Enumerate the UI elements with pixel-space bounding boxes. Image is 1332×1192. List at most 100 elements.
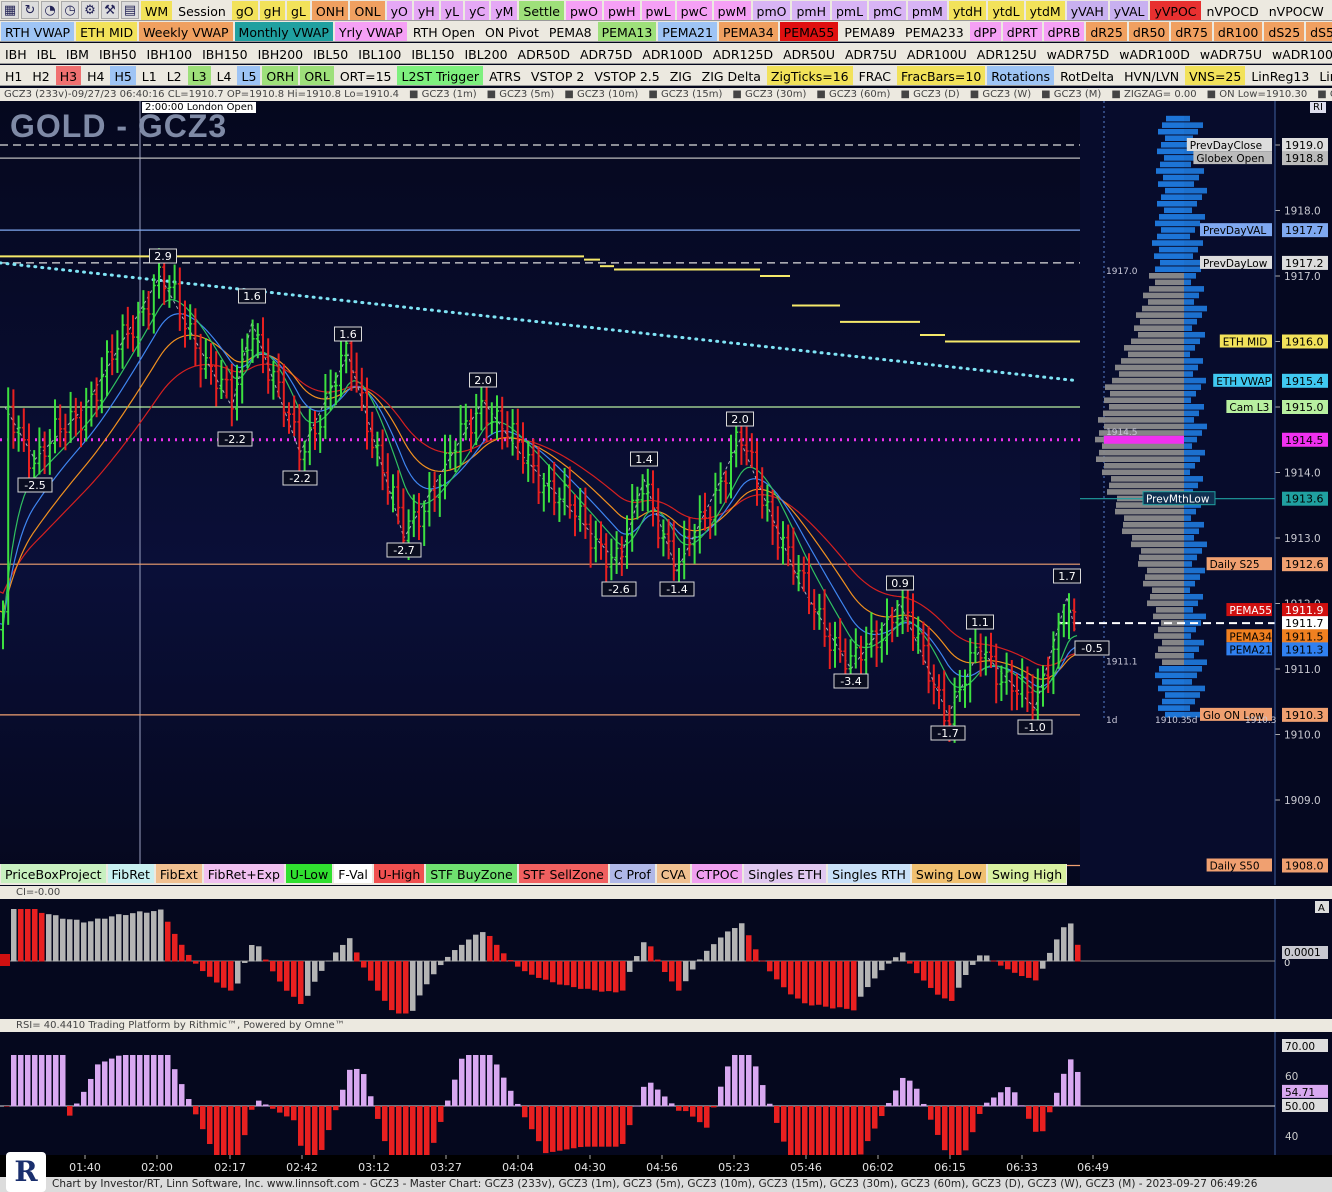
pie-icon[interactable]: ◔ bbox=[41, 1, 59, 19]
tb1-nvpocd-button[interactable]: nVPOCD bbox=[1202, 0, 1263, 20]
chart-info-item[interactable]: ■ ON Low=1910.30 bbox=[1207, 89, 1308, 100]
tb2-yrly-vwap-button[interactable]: Yrly VWAP bbox=[334, 21, 407, 41]
tb1-nvpocw-button[interactable]: nVPOCW bbox=[1264, 0, 1328, 20]
study-c-prof-button[interactable]: C Prof bbox=[609, 864, 655, 883]
tb4-vstop-2-button[interactable]: VSTOP 2 bbox=[526, 65, 589, 85]
refresh-icon[interactable]: ↻ bbox=[21, 1, 39, 19]
tb1-onl-button[interactable]: ONL bbox=[350, 0, 385, 20]
tb3-ibl-button[interactable]: IBL bbox=[32, 43, 60, 63]
tb1-gl-button[interactable]: gL bbox=[286, 0, 310, 20]
tb1-session-button[interactable]: Session bbox=[174, 0, 230, 20]
ci-pane-header[interactable]: CI=-0.00 bbox=[0, 886, 1332, 899]
ci-pane[interactable]: A0.00010 bbox=[0, 899, 1332, 1019]
tb1-yh-button[interactable]: yH bbox=[413, 0, 439, 20]
tb2-dr50-button[interactable]: dR50 bbox=[1128, 21, 1170, 41]
rsi-pane-header[interactable]: RSI= 40.4410 Trading Platform by Rithmic… bbox=[0, 1019, 1332, 1032]
study-stf-sellzone-button[interactable]: STF SellZone bbox=[518, 864, 608, 883]
tb1-pmm-button[interactable]: pmM bbox=[907, 0, 947, 20]
tb3-wadr100d-button[interactable]: wADR100D bbox=[1115, 43, 1194, 63]
tb1-pmc-button[interactable]: pmC bbox=[869, 0, 906, 20]
tb3-adr125d-button[interactable]: ADR125D bbox=[708, 43, 778, 63]
tb2-pema89-button[interactable]: PEMA89 bbox=[840, 21, 900, 41]
tb1-yl-button[interactable]: yL bbox=[440, 0, 464, 20]
tb4-hvn-lvn-button[interactable]: HVN/LVN bbox=[1120, 65, 1184, 85]
tb4-l5-button[interactable]: L5 bbox=[237, 65, 261, 85]
tb4-h5-button[interactable]: H5 bbox=[110, 65, 136, 85]
study-f-val-button[interactable]: F-Val bbox=[334, 864, 372, 883]
study-ctpoc-button[interactable]: CTPOC bbox=[691, 864, 743, 883]
tb3-ibh50-button[interactable]: IBH50 bbox=[94, 43, 141, 63]
tb3-ibh-button[interactable]: IBH bbox=[1, 43, 31, 63]
study-singles-rth-button[interactable]: Singles RTH bbox=[828, 864, 910, 883]
tb4-rotations-button[interactable]: Rotations bbox=[987, 65, 1055, 85]
study-cva-button[interactable]: CVA bbox=[656, 864, 690, 883]
tb2-dr100-button[interactable]: dR100 bbox=[1213, 21, 1263, 41]
study-stf-buyzone-button[interactable]: STF BuyZone bbox=[426, 864, 517, 883]
tb1-yval-button[interactable]: yVAL bbox=[1109, 0, 1149, 20]
tb3-ibl100-button[interactable]: IBL100 bbox=[354, 43, 406, 63]
tb4-l2st-trigger-button[interactable]: L2ST Trigger bbox=[397, 65, 484, 85]
tb4-l1-button[interactable]: L1 bbox=[137, 65, 161, 85]
tb1-pml-button[interactable]: pmL bbox=[831, 0, 868, 20]
tb1-pwc-button[interactable]: pwC bbox=[676, 0, 712, 20]
tb4-orh-button[interactable]: ORH bbox=[262, 65, 299, 85]
tb3-ibh150-button[interactable]: IBH150 bbox=[198, 43, 252, 63]
ri-button[interactable]: RI bbox=[1310, 102, 1326, 113]
tb2-dr75-button[interactable]: dR75 bbox=[1171, 21, 1212, 41]
study-fibext-button[interactable]: FibExt bbox=[155, 864, 202, 883]
tb3-ibh100-button[interactable]: IBH100 bbox=[142, 43, 197, 63]
tb3-ibl150-button[interactable]: IBL150 bbox=[407, 43, 459, 63]
tb2-rth-open-button[interactable]: RTH Open bbox=[408, 21, 479, 41]
tb4-l2-button[interactable]: L2 bbox=[162, 65, 186, 85]
tb2-eth-mid-button[interactable]: ETH MID bbox=[76, 21, 138, 41]
tb4-vstop-2-5-button[interactable]: VSTOP 2.5 bbox=[590, 65, 664, 85]
tb2-rth-vwap-button[interactable]: RTH VWAP bbox=[1, 21, 75, 41]
chart-info-item[interactable]: ■ GCZ3 (5m) bbox=[487, 89, 555, 100]
study-singles-eth-button[interactable]: Singles ETH bbox=[744, 864, 827, 883]
tb4-zigticks-16-button[interactable]: ZigTicks=16 bbox=[766, 65, 853, 85]
tb2-weekly-vwap-button[interactable]: Weekly VWAP bbox=[139, 21, 233, 41]
study-fibret-button[interactable]: FibRet bbox=[107, 864, 154, 883]
chart-info-item[interactable]: GCZ3 (233v)-09/27/23 06:40:16 CL=1910.7 … bbox=[4, 89, 399, 100]
study-fibret-exp-button[interactable]: FibRet+Exp bbox=[203, 864, 284, 883]
tb2-dprt-button[interactable]: dPRT bbox=[1002, 21, 1042, 41]
tb3-wadr75d-button[interactable]: wADR75D bbox=[1042, 43, 1114, 63]
study-u-low-button[interactable]: U-Low bbox=[285, 864, 333, 883]
tb3-adr100d-button[interactable]: ADR100D bbox=[638, 43, 707, 63]
tb3-adr75u-button[interactable]: ADR75U bbox=[841, 43, 901, 63]
tb1-settle-button[interactable]: Settle bbox=[519, 0, 564, 20]
tb3-wadr75u-button[interactable]: wADR75U bbox=[1195, 43, 1267, 63]
chart-info-item[interactable]: ■ GCZ3 (15m) bbox=[648, 89, 722, 100]
tb1-yc-button[interactable]: yC bbox=[465, 0, 490, 20]
tb1-pmo-button[interactable]: pmO bbox=[752, 0, 791, 20]
tb2-pema233-button[interactable]: PEMA233 bbox=[901, 21, 968, 41]
tb2-pema13-button[interactable]: PEMA13 bbox=[597, 21, 657, 41]
chart-info-item[interactable]: ■ GCZ3 (M) bbox=[1041, 89, 1101, 100]
clock-icon[interactable]: ◷ bbox=[61, 1, 79, 19]
tb2-monthly-vwap-button[interactable]: Monthly VWAP bbox=[234, 21, 333, 41]
tb1-ytdh-button[interactable]: ytdH bbox=[948, 0, 987, 20]
gear-icon[interactable]: ⚙ bbox=[81, 1, 99, 19]
tb2-ds25-button[interactable]: dS25 bbox=[1264, 21, 1305, 41]
tb4-ort-15-button[interactable]: ORT=15 bbox=[335, 65, 396, 85]
tb4-orl-button[interactable]: ORL bbox=[300, 65, 334, 85]
chart-info-item[interactable]: ■ GCZ3 (W) bbox=[970, 89, 1031, 100]
tb2-pema34-button[interactable]: PEMA34 bbox=[718, 21, 778, 41]
tb4-h1-button[interactable]: H1 bbox=[1, 65, 27, 85]
tb1-yo-button[interactable]: yO bbox=[386, 0, 412, 20]
tb2-pema21-button[interactable]: PEMA21 bbox=[658, 21, 717, 41]
tb4-zig-button[interactable]: ZIG bbox=[665, 65, 696, 85]
study-swing-high-button[interactable]: Swing High bbox=[987, 864, 1067, 883]
tb3-adr75d-button[interactable]: ADR75D bbox=[575, 43, 637, 63]
tb3-adr125u-button[interactable]: ADR125U bbox=[972, 43, 1041, 63]
tb4-l3-button[interactable]: L3 bbox=[187, 65, 211, 85]
tb2-dprb-button[interactable]: dPRB bbox=[1043, 21, 1085, 41]
tb1-pwm-button[interactable]: pwM bbox=[713, 0, 751, 20]
tb2-dpp-button[interactable]: dPP bbox=[969, 21, 1001, 41]
tb1-pwh-button[interactable]: pwH bbox=[603, 0, 640, 20]
tb1-yvah-button[interactable]: yVAH bbox=[1066, 0, 1108, 20]
study-priceboxproject-button[interactable]: PriceBoxProject bbox=[1, 864, 106, 883]
tb4-l4-button[interactable]: L4 bbox=[212, 65, 236, 85]
chart-info-item[interactable]: ■ ON H bbox=[1317, 89, 1332, 100]
tb3-ibl50-button[interactable]: IBL50 bbox=[309, 43, 353, 63]
